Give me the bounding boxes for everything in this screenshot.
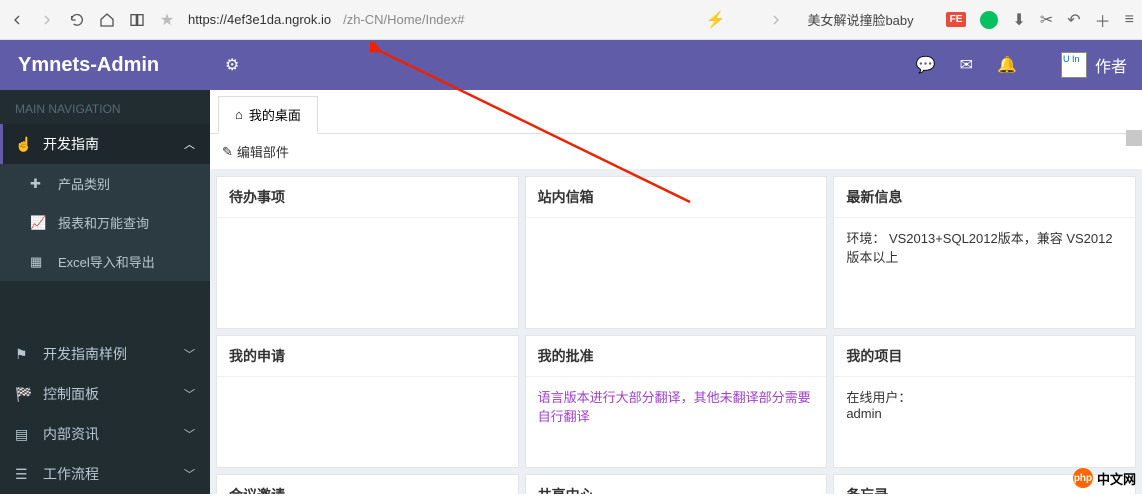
sidebar-label: 开发指南样例 bbox=[43, 344, 127, 364]
gears-icon[interactable]: ⚙ bbox=[225, 55, 239, 75]
edit-label: 编辑部件 bbox=[237, 142, 289, 161]
card-share: 共享中心 bbox=[525, 474, 828, 494]
mail-icon[interactable]: ✉ bbox=[960, 55, 973, 75]
card-body bbox=[217, 377, 518, 467]
watermark-logo: php bbox=[1073, 468, 1093, 488]
sidebar-label: 控制面板 bbox=[43, 384, 99, 404]
card-body: 在线用户： admin bbox=[834, 377, 1135, 467]
card-todo: 待办事项 bbox=[216, 176, 519, 329]
avatar: U In bbox=[1061, 52, 1087, 78]
star-button[interactable]: ★ bbox=[158, 11, 176, 29]
tab-preview-text[interactable]: 美女解说撞脸baby bbox=[807, 10, 913, 29]
wechat-icon[interactable] bbox=[980, 11, 998, 29]
puzzle-icon: ✚ bbox=[30, 176, 50, 192]
sidebar-label: 开发指南 bbox=[43, 134, 99, 154]
sidebar-label: 报表和万能查询 bbox=[58, 213, 149, 232]
sidebar-label: Excel导入和导出 bbox=[58, 252, 155, 271]
sidebar-item-samples[interactable]: ⚑ 开发指南样例 ﹀ bbox=[0, 334, 210, 374]
chevron-down-icon: ﹀ bbox=[184, 386, 195, 402]
online-user: admin bbox=[846, 406, 881, 421]
hand-icon: ☝ bbox=[15, 136, 35, 153]
chart-icon: 📈 bbox=[30, 215, 50, 231]
forward-button[interactable] bbox=[38, 11, 56, 29]
pencil-icon: ✎ bbox=[222, 144, 233, 160]
card-body bbox=[526, 218, 827, 328]
menu-icon[interactable]: ≡ bbox=[1125, 11, 1134, 29]
card-title: 待办事项 bbox=[217, 177, 518, 218]
card-title: 我的申请 bbox=[217, 336, 518, 377]
toolbar: ✎ 编辑部件 bbox=[210, 134, 1142, 170]
sidebar: Ymnets-Admin MAIN NAVIGATION ☝ 开发指南 ︿ ✚ … bbox=[0, 40, 210, 494]
sidebar-item-excel[interactable]: ▦ Excel导入和导出 bbox=[0, 242, 210, 281]
card-title: 我的批准 bbox=[526, 336, 827, 377]
card-body: 语言版本进行大部分翻译，其他未翻译部分需要自行翻译 bbox=[526, 377, 827, 467]
sidebar-label: 工作流程 bbox=[43, 464, 99, 484]
refresh-button[interactable] bbox=[68, 11, 86, 29]
card-title: 最新信息 bbox=[834, 177, 1135, 218]
online-label: 在线用户： bbox=[846, 390, 911, 405]
sidebar-label: 产品类别 bbox=[58, 174, 110, 193]
card-meeting: 会议邀请 bbox=[216, 474, 519, 494]
chevron-down-icon: ﹀ bbox=[184, 346, 195, 362]
list-icon: ☰ bbox=[15, 466, 35, 483]
card-project: 我的项目 在线用户： admin bbox=[833, 335, 1136, 468]
bell-icon[interactable]: 🔔 bbox=[997, 55, 1017, 75]
scroll-corner[interactable] bbox=[1126, 130, 1142, 146]
tab-label: 我的桌面 bbox=[249, 105, 301, 124]
card-approve: 我的批准 语言版本进行大部分翻译，其他未翻译部分需要自行翻译 bbox=[525, 335, 828, 468]
page-tabs: ⌂ 我的桌面 bbox=[210, 90, 1142, 134]
edit-widgets-button[interactable]: ✎ 编辑部件 bbox=[222, 142, 289, 161]
card-title: 我的项目 bbox=[834, 336, 1135, 377]
cut-icon[interactable]: ✂ bbox=[1040, 10, 1053, 30]
url-host[interactable]: https://4ef3e1da.ngrok.io bbox=[188, 12, 331, 27]
card-title: 会议邀请 bbox=[217, 475, 518, 494]
split-button[interactable] bbox=[128, 11, 146, 29]
watermark: php 中文网 bbox=[1073, 468, 1136, 488]
cards-grid: 待办事项 站内信箱 最新信息 环境： VS2013+SQL2012版本，兼容 V… bbox=[210, 170, 1142, 494]
browser-toolbar: ★ https://4ef3e1da.ngrok.io/zh-CN/Home/I… bbox=[0, 0, 1142, 40]
chevron-up-icon: ︿ bbox=[184, 136, 195, 152]
card-body bbox=[217, 218, 518, 328]
sidebar-label: 内部资讯 bbox=[43, 424, 99, 444]
watermark-text: 中文网 bbox=[1097, 469, 1136, 488]
chevron-down-icon: ﹀ bbox=[184, 466, 195, 482]
card-news: 最新信息 环境： VS2013+SQL2012版本，兼容 VS2012版本以上 bbox=[833, 176, 1136, 329]
author-label: 作者 bbox=[1095, 53, 1127, 77]
card-title: 共享中心 bbox=[526, 475, 827, 494]
card-apply: 我的申请 bbox=[216, 335, 519, 468]
back-button[interactable] bbox=[8, 11, 26, 29]
card-inbox: 站内信箱 bbox=[525, 176, 828, 329]
tab-forward-icon[interactable] bbox=[767, 11, 785, 29]
bolt-icon[interactable]: ⚡ bbox=[706, 10, 726, 30]
gauge-icon: 🏁 bbox=[15, 386, 35, 403]
main-panel: ⚙ 💬 ✉ 🔔 U In 作者 ⌂ 我的桌面 ✎ 编辑部件 bbox=[210, 40, 1142, 494]
flag-icon: ⚑ bbox=[15, 346, 35, 363]
topbar: ⚙ 💬 ✉ 🔔 U In 作者 bbox=[210, 40, 1142, 90]
sidebar-item-reports[interactable]: 📈 报表和万能查询 bbox=[0, 203, 210, 242]
sidebar-item-workflow[interactable]: ☰ 工作流程 ﹀ bbox=[0, 454, 210, 494]
chevron-down-icon: ﹀ bbox=[184, 426, 195, 442]
home-icon: ⌂ bbox=[235, 107, 243, 122]
url-path[interactable]: /zh-CN/Home/Index# bbox=[343, 12, 464, 27]
plus-icon[interactable]: ＋ bbox=[1095, 8, 1111, 32]
home-button[interactable] bbox=[98, 11, 116, 29]
chat-icon[interactable]: 💬 bbox=[916, 55, 936, 75]
card-title: 站内信箱 bbox=[526, 177, 827, 218]
sidebar-item-product-cat[interactable]: ✚ 产品类别 bbox=[0, 164, 210, 203]
tab-desktop[interactable]: ⌂ 我的桌面 bbox=[218, 96, 318, 134]
user-box[interactable]: U In 作者 bbox=[1061, 52, 1127, 78]
sidebar-item-dev-guide[interactable]: ☝ 开发指南 ︿ bbox=[0, 124, 210, 164]
nav-header: MAIN NAVIGATION bbox=[0, 90, 210, 124]
undo-icon[interactable]: ↶ bbox=[1067, 10, 1080, 30]
fe-extension-icon[interactable]: FE bbox=[946, 12, 967, 27]
download-icon[interactable]: ⬇ bbox=[1012, 10, 1025, 30]
sidebar-item-dashboard[interactable]: 🏁 控制面板 ﹀ bbox=[0, 374, 210, 414]
card-body: 环境： VS2013+SQL2012版本，兼容 VS2012版本以上 bbox=[834, 218, 1135, 328]
news-icon: ▤ bbox=[15, 426, 35, 443]
sidebar-item-internal[interactable]: ▤ 内部资讯 ﹀ bbox=[0, 414, 210, 454]
brand-title: Ymnets-Admin bbox=[0, 40, 210, 90]
excel-icon: ▦ bbox=[30, 254, 50, 270]
